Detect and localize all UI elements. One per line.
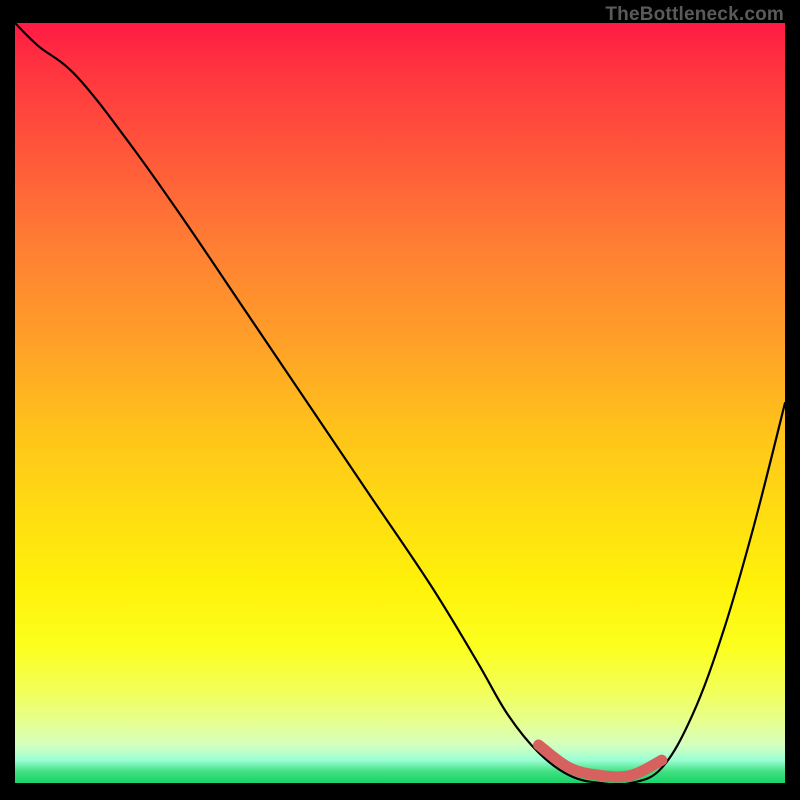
plot-area <box>15 23 785 783</box>
chart-svg <box>15 23 785 783</box>
bottleneck-curve <box>15 23 785 783</box>
trough-marker <box>539 745 662 777</box>
chart-frame: TheBottleneck.com <box>0 0 800 800</box>
